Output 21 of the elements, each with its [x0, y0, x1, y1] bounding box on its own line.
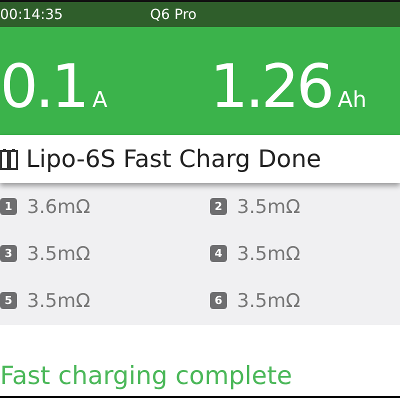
battery-icon — [0, 148, 18, 170]
cell-number: 5 — [0, 292, 17, 309]
reading-value: 1.26 — [210, 57, 332, 117]
cell-resistance: 3.5mΩ — [237, 242, 300, 264]
completion-message: Fast charging complete — [0, 361, 292, 390]
cell-resistance: 3.5mΩ — [27, 290, 90, 312]
cell-resistance: 3.5mΩ — [237, 196, 300, 218]
cell-resistance: 3.5mΩ — [237, 290, 300, 312]
cell-number: 6 — [210, 292, 227, 309]
reading-value: 0.1 — [0, 57, 86, 117]
cell-number: 2 — [210, 198, 227, 215]
time-label: 00:14:35 — [0, 6, 64, 22]
cell-resistance: 3.5mΩ — [27, 242, 90, 264]
cell-number: 4 — [210, 245, 227, 262]
cell-resistance: 3.6mΩ — [27, 196, 90, 218]
reading-unit: Ah — [338, 88, 367, 113]
device-title: Q6 Pro — [150, 6, 197, 22]
cell-number: 1 — [0, 198, 17, 215]
reading-unit: A — [92, 88, 108, 113]
status-text: Lipo-6S Fast Charg Done — [26, 145, 322, 173]
cell-number: 3 — [0, 245, 17, 262]
